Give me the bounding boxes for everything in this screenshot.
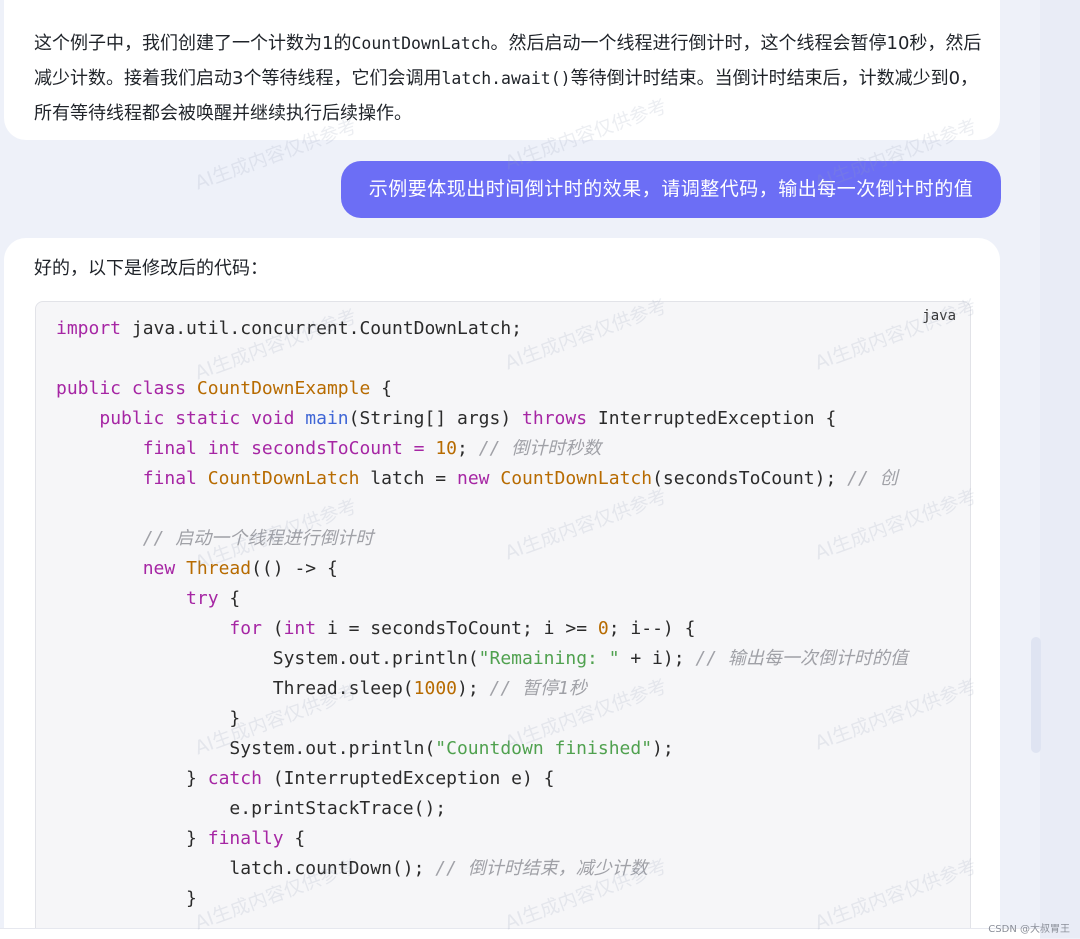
code-token: {: [218, 588, 241, 609]
code-comment: // 倒计时结束，减少计数: [435, 858, 648, 879]
code-token: class: [131, 378, 187, 399]
code-token: final: [142, 468, 197, 489]
code-token: CountDownLatch: [500, 468, 653, 489]
inline-code: CountDownLatch: [351, 34, 491, 53]
code-token: 0: [597, 618, 609, 639]
code-token: }: [229, 708, 241, 729]
code-token: finally: [207, 828, 284, 849]
code-token: main: [305, 408, 349, 429]
code-token: }: [186, 888, 197, 909]
code-token: );: [652, 738, 674, 759]
code-token: {: [370, 378, 392, 399]
code-token: int: [283, 618, 317, 639]
code-comment: // 暂停1秒: [489, 678, 587, 699]
code-comment: // 输出每一次倒计时的值: [695, 648, 908, 669]
code-comment: // 创: [847, 468, 898, 489]
code-token: (String[] args): [348, 408, 523, 429]
input-area-edge: [0, 928, 1040, 939]
code-token: }: [186, 828, 208, 849]
user-message-text: 示例要体现出时间倒计时的效果，请调整代码，输出每一次倒计时的值: [368, 178, 974, 200]
code-comment: // 启动一个线程进行倒计时: [142, 528, 374, 549]
code-token: {: [283, 828, 306, 849]
code-token: "Remaining: ": [478, 648, 620, 669]
inline-code: latch.await(): [441, 69, 571, 88]
code-token: public static void: [99, 408, 295, 429]
code-token: 10: [435, 438, 458, 459]
code-token: java.util.concurrent.CountDownLatch;: [121, 318, 522, 339]
code-token: for: [229, 618, 262, 639]
code-token: Thread: [186, 558, 252, 579]
code-token: System.out.println(: [229, 738, 436, 759]
code-token: ;: [457, 438, 479, 459]
code-token: 1000: [413, 678, 457, 699]
code-token: new: [142, 558, 176, 579]
code-token: final int: [142, 438, 241, 459]
code-token: latch =: [359, 468, 457, 489]
code-token: (secondsToCount);: [652, 468, 848, 489]
code-token: CountDownExample: [196, 378, 371, 399]
code-token: import: [56, 318, 122, 339]
right-rail: [1040, 0, 1080, 938]
code-token: (: [261, 618, 284, 639]
code-token: e.printStackTrace();: [229, 798, 447, 819]
text-segment: 这个例子中，我们创建了一个计数为1的: [34, 33, 352, 54]
assistant-message-previous: 这个例子中，我们创建了一个计数为1的CountDownLatch。然后启动一个线…: [4, 0, 1000, 140]
code-token: (InterruptedException e) {: [261, 768, 555, 789]
message-paragraph: 这个例子中，我们创建了一个计数为1的CountDownLatch。然后启动一个线…: [34, 26, 984, 131]
code-token: ; i--) {: [608, 618, 696, 639]
code-token: CountDownLatch: [207, 468, 360, 489]
code-token: throws: [522, 408, 588, 429]
source-credit: CSDN @大叔胃王: [988, 924, 1070, 935]
code-block[interactable]: java import java.util.concurrent.CountDo…: [35, 301, 971, 928]
code-token: public: [56, 378, 122, 399]
code-comment: // 倒计时秒数: [478, 438, 602, 459]
code-token: try: [186, 588, 219, 609]
code-token: latch.countDown();: [229, 858, 436, 879]
code-token: i = secondsToCount; i >=: [316, 618, 598, 639]
code-token: + i);: [619, 648, 696, 669]
code-token: (() -> {: [251, 558, 338, 579]
user-message-bubble: 示例要体现出时间倒计时的效果，请调整代码，输出每一次倒计时的值: [341, 161, 1001, 218]
code-token: InterruptedException {: [587, 408, 837, 429]
code-token: catch: [207, 768, 262, 789]
code-token: System.out.println(: [272, 648, 479, 669]
code-token: Thread.sleep(: [272, 678, 414, 699]
assistant-message-reply: 好的，以下是修改后的代码： java import java.util.conc…: [4, 238, 1000, 928]
reply-intro: 好的，以下是修改后的代码：: [34, 258, 268, 279]
code-token: }: [186, 768, 208, 789]
code-content[interactable]: import java.util.concurrent.CountDownLat…: [56, 314, 970, 914]
code-token: secondsToCount =: [240, 438, 436, 459]
code-token: );: [457, 678, 490, 699]
code-token: "Countdown finished": [435, 738, 653, 759]
code-token: new: [457, 468, 490, 489]
scrollbar-thumb[interactable]: [1031, 637, 1041, 753]
